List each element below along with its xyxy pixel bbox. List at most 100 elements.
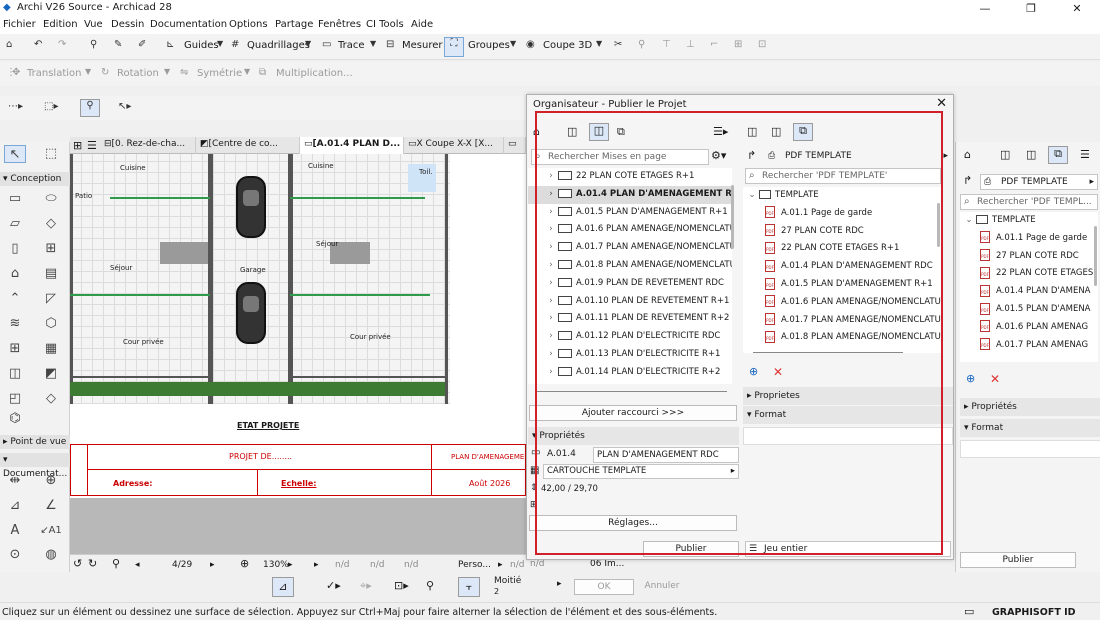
tab-list-icon[interactable]: ☰ — [87, 139, 97, 152]
symetrie-button[interactable]: Symétrie — [197, 68, 242, 79]
quadrillages-button[interactable]: Quadrillages — [247, 40, 310, 51]
chevron-down-icon[interactable]: ▼ — [596, 39, 602, 48]
publisher-list-item[interactable]: PDF 22 PLAN COTE ETAGES — [980, 265, 1093, 283]
layout-book-icon[interactable]: ◫ — [589, 123, 609, 141]
chevron-down-icon[interactable]: ▼ — [217, 39, 223, 48]
zoom-icon[interactable]: ⚲ — [112, 557, 120, 570]
layout-list-item[interactable]: › A.01.12 PLAN D'ELECTRICITE RDC — [528, 328, 732, 346]
chevron-down-icon[interactable]: ▼ — [244, 67, 250, 76]
slab-tool-icon[interactable]: ◇ — [40, 215, 62, 233]
opening-tool-icon[interactable]: ◇ — [40, 390, 62, 408]
layout-list-item[interactable]: › A.01.14 PLAN D'ELECTRICITE R+2 — [528, 364, 732, 382]
layout-list-item[interactable]: › 22 PLAN COTE ETAGES R+1 — [528, 168, 732, 186]
rotation-icon[interactable]: ↻ — [101, 67, 109, 78]
select-3d-icon[interactable]: ⚲ — [90, 39, 97, 50]
tree-folder[interactable]: ⌄ TEMPLATE — [962, 212, 1036, 230]
level-tool-icon[interactable]: ⊕ — [40, 472, 62, 490]
groupes-button[interactable]: Groupes — [468, 40, 510, 51]
publish-scope-dropdown[interactable]: ☰ Jeu entier — [745, 541, 951, 557]
menu-dessin[interactable]: Dessin — [111, 19, 144, 30]
mirror-icon[interactable]: ⇋ — [180, 67, 188, 78]
groups-icon[interactable]: ⛶ — [444, 37, 464, 57]
menu-fenetres[interactable]: Fenêtres — [318, 19, 361, 30]
lamp-tool-icon[interactable]: ◩ — [40, 365, 62, 383]
hotspot-tool-icon[interactable]: ⊙ — [4, 546, 26, 564]
delete-icon[interactable]: ✕ — [773, 365, 783, 379]
menu-aide[interactable]: Aide — [411, 19, 433, 30]
persona-dropdown[interactable]: Perso... — [458, 560, 491, 570]
section-proprietes[interactable]: ▸ Propriétés — [960, 398, 1100, 416]
ok-button[interactable]: OK — [574, 579, 634, 595]
add-shortcut-button[interactable]: Ajouter raccourci >>> — [529, 405, 737, 421]
zoom-undo-icon[interactable]: ↺ — [73, 557, 82, 570]
close-icon[interactable]: ✕ — [936, 96, 947, 111]
fillet-icon[interactable]: ⌐ — [710, 39, 718, 50]
skylight-tool-icon[interactable]: ◰ — [4, 390, 26, 408]
rotation-button[interactable]: Rotation — [117, 68, 159, 79]
check-icon[interactable]: ✓▸ — [326, 579, 341, 592]
mesh-tool-icon[interactable]: ◫ — [4, 365, 26, 383]
multiply-icon[interactable]: ⧉ — [259, 67, 266, 78]
add-item-icon[interactable]: ⊕ — [749, 365, 758, 378]
menu-options[interactable]: Options — [229, 19, 268, 30]
layout-name-field[interactable]: PLAN D'AMENAGEMENT RDC — [593, 447, 739, 463]
snap-mode-icon[interactable]: ⊿ — [272, 577, 294, 597]
close-button[interactable]: ✕ — [1054, 0, 1100, 17]
prev-page-icon[interactable]: ◂ — [135, 560, 140, 570]
explode-icon[interactable]: ⊡ — [758, 39, 766, 50]
delete-icon[interactable]: ✕ — [990, 372, 1000, 386]
section-point-de-vue[interactable]: ▸ Point de vue — [0, 435, 70, 449]
publisher-icon[interactable]: ⧉ — [793, 123, 813, 141]
menu-fichier[interactable]: Fichier — [3, 19, 36, 30]
guides-icon[interactable]: ⊾ — [166, 39, 174, 50]
window-tool-icon[interactable]: ⊞ — [40, 240, 62, 258]
layout-list-item[interactable]: › A.01.9 PLAN DE REVETEMENT RDC — [528, 275, 732, 293]
morph-tool-icon[interactable]: ⬡ — [40, 315, 62, 333]
menu-icon[interactable]: ☰▸ — [713, 125, 728, 138]
publisher-list-item[interactable]: PDF 27 PLAN COTE RDC — [765, 223, 864, 241]
angle-dim-tool-icon[interactable]: ∠ — [40, 497, 62, 515]
magnet-icon[interactable]: ⚲ — [426, 579, 434, 592]
publier-button[interactable]: Publier — [960, 552, 1076, 568]
format-dropdown[interactable] — [960, 440, 1100, 458]
marquee-icon[interactable]: ⬚▸ — [44, 101, 58, 112]
translation-button[interactable]: Translation — [27, 68, 82, 79]
publisher-list-item[interactable]: PDF A.01.5 PLAN D'AMENA — [980, 301, 1091, 319]
view-map-icon[interactable]: ◫ — [747, 125, 757, 138]
drawing-canvas[interactable]: Cuisine Cuisine Toil. Séjour Séjour Gara… — [70, 154, 526, 554]
chevron-down-icon[interactable]: ▼ — [164, 67, 170, 76]
format-dropdown[interactable] — [743, 427, 953, 445]
menu-icon[interactable]: ☰ — [1080, 148, 1090, 161]
tab-coupe[interactable]: ▭X Coupe X-X [X... — [404, 137, 504, 154]
publisher-list-item[interactable]: PDF A.01.8 PLAN AMENAGE/NOMENCLATU — [765, 329, 941, 347]
box-icon[interactable]: ⊡▸ — [394, 579, 409, 592]
layout-list-item[interactable]: › A.01.7 PLAN AMENAGE/NOMENCLATU — [528, 239, 732, 257]
menu-edition[interactable]: Edition — [43, 19, 78, 30]
section-documentation[interactable]: ▾ Documentat... — [0, 453, 70, 479]
publisher-list-item[interactable]: PDF 22 PLAN COTE ETAGES R+1 — [765, 240, 899, 258]
publisher-list-item[interactable]: PDF A.01.7 PLAN AMENAGE/NOMENCLATU — [765, 312, 941, 330]
layout-icon[interactable]: ▭ — [964, 605, 974, 618]
publisher-search-input[interactable]: Rechercher 'PDF TEMPLATE' — [745, 168, 941, 184]
railing-tool-icon[interactable]: ▤ — [40, 265, 62, 283]
door-tool-icon[interactable]: ▯ — [4, 240, 26, 258]
split-icon[interactable]: ⊞ — [734, 39, 742, 50]
publisher-icon[interactable]: ⧉ — [617, 125, 625, 139]
layout-book-icon[interactable]: ◫ — [1026, 148, 1036, 161]
snap-icon[interactable]: ⋯▸ — [8, 101, 23, 112]
zoom-level[interactable]: 130% — [263, 560, 289, 570]
zone-tool-icon[interactable]: ▦ — [40, 340, 62, 358]
menu-partage[interactable]: Partage — [275, 19, 313, 30]
reglages-button[interactable]: Réglages... — [529, 515, 737, 531]
redo-icon[interactable]: ↷ — [58, 39, 66, 50]
fit-icon[interactable]: ⊕ — [240, 557, 249, 570]
publier-button[interactable]: Publier — [643, 541, 739, 557]
back-icon[interactable]: ↱ — [747, 149, 756, 162]
layout-list-item[interactable]: › A.01.4 PLAN D'AMENAGEMENT RDC — [528, 185, 732, 204]
publisher-icon[interactable]: ⧉ — [1048, 146, 1068, 164]
publisher-list-item[interactable]: PDF A.01.1 Page de garde — [765, 205, 872, 223]
layout-list-item[interactable]: › A.01.13 PLAN D'ELECTRICITE R+1 — [528, 346, 732, 364]
chevron-right-icon[interactable]: ▸ — [288, 560, 293, 570]
chevron-right-icon[interactable]: ▸ — [498, 560, 503, 570]
tab-rez-de-chaussee[interactable]: ⊟[0. Rez-de-cha... — [100, 137, 196, 154]
